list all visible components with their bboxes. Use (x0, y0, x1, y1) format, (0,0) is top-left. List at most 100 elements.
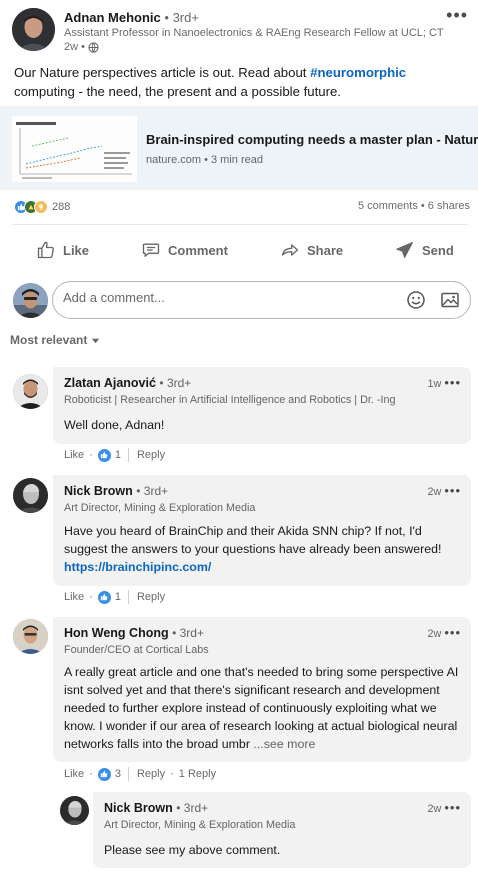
see-more-link[interactable]: ...see more (253, 737, 315, 751)
send-label: Send (422, 242, 454, 258)
commenter-headline: Founder/CEO at Cortical Labs (64, 644, 209, 656)
thumbs-up-icon (37, 241, 54, 259)
post-more-icon[interactable]: ••• (446, 6, 468, 24)
comment-text: A really great article and one that's ne… (64, 663, 460, 753)
connection-degree: • 3rd+ (159, 376, 192, 390)
social-counts: 288 5 comments • 6 shares (14, 200, 470, 216)
commenter-headline: Art Director, Mining & Exploration Media (104, 819, 296, 831)
send-button[interactable]: Send (395, 232, 454, 268)
comment-url-link[interactable]: https://brainchipinc.com/ (64, 560, 211, 574)
separator-dot: · (170, 768, 174, 780)
caret-down-icon (92, 338, 100, 343)
comment-label: Comment (168, 242, 228, 258)
comments-shares-count[interactable]: 5 comments • 6 shares (358, 200, 470, 212)
commenter-avatar[interactable] (13, 619, 48, 654)
like-count-icon (97, 448, 111, 462)
comment-actions: Like · 3 Reply · 1 Reply (64, 766, 216, 782)
post-header: Adnan Mehonic • 3rd+ Assistant Professor… (12, 6, 472, 58)
sort-dropdown[interactable]: Most relevant (10, 333, 100, 347)
sort-label: Most relevant (10, 333, 88, 347)
comment-more-icon[interactable]: ••• (444, 483, 461, 498)
comment-bubble: Hon Weng Chong • 3rd+ Founder/CEO at Cor… (53, 617, 471, 762)
connection-degree: • 3rd+ (172, 626, 204, 640)
commenter-avatar[interactable] (13, 478, 48, 513)
commenter-name-text: Hon Weng Chong (64, 626, 169, 640)
commenter-name-text: Nick Brown (104, 801, 173, 815)
comment-meta: 2w ••• (428, 800, 461, 815)
commenter-name[interactable]: Zlatan Ajanović • 3rd+ (64, 376, 191, 390)
commenter-headline: Roboticist | Researcher in Artificial In… (64, 394, 396, 406)
view-replies-link[interactable]: 1 Reply (179, 768, 216, 780)
comment-more-icon[interactable]: ••• (444, 625, 461, 640)
comment-reply-button[interactable]: Reply (137, 591, 165, 603)
share-label: Share (307, 242, 344, 258)
my-avatar (13, 283, 48, 318)
comment-like-button[interactable]: Like (64, 591, 84, 603)
comment-like-button[interactable]: Like (64, 449, 84, 461)
divider (12, 224, 468, 225)
post-meta: 2w • (64, 41, 99, 53)
comment-more-icon[interactable]: ••• (444, 800, 461, 815)
author-avatar[interactable] (12, 8, 55, 51)
like-count-icon (97, 590, 111, 604)
comment-text: Well done, Adnan! (64, 418, 165, 432)
post-actions: Like Comment Share Send (0, 232, 478, 268)
comment-more-icon[interactable]: ••• (444, 375, 461, 390)
link-title[interactable]: Brain-inspired computing needs a master … (146, 132, 478, 147)
image-icon[interactable] (440, 290, 460, 310)
author-line: Adnan Mehonic • 3rd+ (64, 10, 199, 25)
separator-dot: · (89, 449, 93, 461)
comment-reply-button[interactable]: Reply (137, 449, 165, 461)
send-icon (396, 242, 413, 258)
post-time: 2w • (64, 41, 85, 53)
comment-meta: 2w ••• (428, 483, 461, 498)
link-preview-card[interactable]: Brain-inspired computing needs a master … (0, 106, 478, 190)
share-button[interactable]: Share (280, 232, 343, 268)
comment-time: 2w (427, 803, 442, 815)
comment-meta: 2w ••• (428, 625, 461, 640)
hashtag-link[interactable]: #neuromorphic (310, 65, 406, 80)
comment-actions: Like · 1 Reply (64, 447, 165, 463)
globe-icon (88, 41, 99, 53)
comment-button[interactable]: Comment (141, 232, 228, 268)
comment-time: 2w (427, 628, 442, 640)
comment-actions: Like · 1 Reply (64, 589, 165, 605)
commenter-name-text: Zlatan Ajanović (64, 376, 156, 390)
commenter-name[interactable]: Nick Brown • 3rd+ (104, 801, 208, 815)
commenter-headline: Art Director, Mining & Exploration Media (64, 502, 256, 514)
commenter-name-text: Nick Brown (64, 484, 133, 498)
divider (127, 448, 129, 462)
comment-input[interactable] (63, 290, 383, 305)
comment-box (52, 281, 471, 319)
like-button[interactable]: Like (36, 232, 89, 268)
comment-like-count[interactable]: 1 (115, 591, 121, 603)
connection-degree: • 3rd+ (136, 484, 169, 498)
emoji-icon[interactable] (406, 290, 426, 310)
post-text-end: computing - the need, the present and a … (14, 84, 341, 99)
comment-icon (142, 243, 160, 257)
commenter-avatar[interactable] (60, 796, 89, 825)
commenter-name[interactable]: Nick Brown • 3rd+ (64, 484, 168, 498)
connection-degree: • 3rd+ (176, 801, 209, 815)
divider (127, 767, 129, 781)
like-count-icon (97, 767, 111, 781)
comment-like-button[interactable]: Like (64, 768, 84, 780)
comment-reply-button[interactable]: Reply (137, 768, 165, 780)
comment-like-count[interactable]: 1 (115, 449, 121, 461)
author-name[interactable]: Adnan Mehonic (64, 10, 161, 25)
reply-bubble: Nick Brown • 3rd+ Art Director, Mining &… (93, 792, 471, 868)
separator-dot: · (89, 591, 93, 603)
comment-text-body: Have you heard of BrainChip and their Ak… (64, 524, 442, 556)
author-headline: Assistant Professor in Nanoelectronics &… (64, 27, 444, 39)
commenter-name[interactable]: Hon Weng Chong • 3rd+ (64, 626, 204, 640)
comment-time: 1w (427, 378, 442, 390)
connection-degree: • 3rd+ (164, 10, 199, 25)
reactions-summary[interactable]: 288 (14, 200, 70, 214)
post-text-start: Our Nature perspectives article is out. … (14, 65, 311, 80)
comment-like-count[interactable]: 3 (115, 768, 121, 780)
link-thumbnail (12, 116, 137, 182)
comment-bubble: Nick Brown • 3rd+ Art Director, Mining &… (53, 475, 471, 586)
commenter-avatar[interactable] (13, 374, 48, 409)
insightful-reaction-icon (34, 200, 48, 214)
divider (127, 590, 129, 604)
